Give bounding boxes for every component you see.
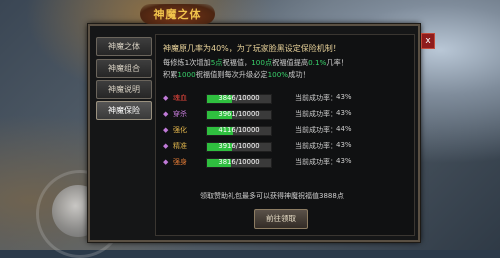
info-title: 神魔原几率为40%，为了玩家脸黑设定保险机制！ [163, 44, 341, 53]
stat-row: ◆ 穿杀 3961/10000 当前成功率： 43% [160, 109, 410, 120]
diamond-icon: ◆ [163, 126, 169, 134]
progress-bar: 3846/10000 [206, 94, 272, 104]
rate-value: 43% [336, 93, 352, 101]
tab-shenmo-guide[interactable]: 神魔说明 [96, 80, 152, 99]
progress-text: 3816/10000 [218, 158, 260, 166]
stat-row: ◆ 魂血 3846/10000 当前成功率： 43% [160, 93, 410, 104]
rate-label: 当前成功率： [295, 110, 337, 118]
tab-shenmo-body[interactable]: 神魔之体 [96, 37, 152, 56]
rate-value: 44% [336, 125, 352, 133]
info-line-1: 每修炼1次增加5点祝福值，100点祝福值提高0.1%几率！ [163, 58, 348, 67]
close-button[interactable]: x [421, 33, 435, 49]
stat-row: ◆ 强化 4116/10000 当前成功率： 44% [160, 125, 410, 136]
stat-row: ◆ 精准 3916/10000 当前成功率： 43% [160, 141, 410, 152]
rate-value: 43% [336, 109, 352, 117]
stat-label: 魂血 [173, 94, 187, 102]
rate-label: 当前成功率： [295, 158, 337, 166]
diamond-icon: ◆ [163, 110, 169, 118]
sponsor-note: 领取赞助礼包最多可以获得神魔祝福值3888点 [200, 192, 344, 200]
go-claim-button[interactable]: 前往领取 [254, 209, 308, 229]
progress-bar: 4116/10000 [206, 126, 272, 136]
info-line-2: 积累1000祝福值则每次升级必定100%成功！ [163, 70, 310, 79]
progress-bar: 3961/10000 [206, 110, 272, 120]
rate-value: 43% [336, 157, 352, 165]
rate-label: 当前成功率： [295, 142, 337, 150]
stat-label: 强身 [173, 158, 187, 166]
stat-row: ◆ 强身 3816/10000 当前成功率： 43% [160, 157, 410, 168]
tab-shenmo-combo[interactable]: 神魔组合 [96, 59, 152, 78]
stat-label: 强化 [173, 126, 187, 134]
progress-bar: 3916/10000 [206, 142, 272, 152]
diamond-icon: ◆ [163, 158, 169, 166]
progress-text: 4116/10000 [218, 126, 260, 134]
stat-label: 穿杀 [173, 110, 187, 118]
rate-value: 43% [336, 141, 352, 149]
rate-label: 当前成功率： [295, 94, 337, 102]
diamond-icon: ◆ [163, 94, 169, 102]
rate-label: 当前成功率： [295, 126, 337, 134]
tab-shenmo-insurance[interactable]: 神魔保险 [96, 101, 152, 120]
window-title: 神魔之体 [153, 8, 202, 21]
progress-bar: 3816/10000 [206, 158, 272, 168]
progress-text: 3916/10000 [218, 142, 260, 150]
stat-label: 精准 [173, 142, 187, 150]
progress-text: 3846/10000 [218, 94, 260, 102]
progress-text: 3961/10000 [218, 110, 260, 118]
diamond-icon: ◆ [163, 142, 169, 150]
